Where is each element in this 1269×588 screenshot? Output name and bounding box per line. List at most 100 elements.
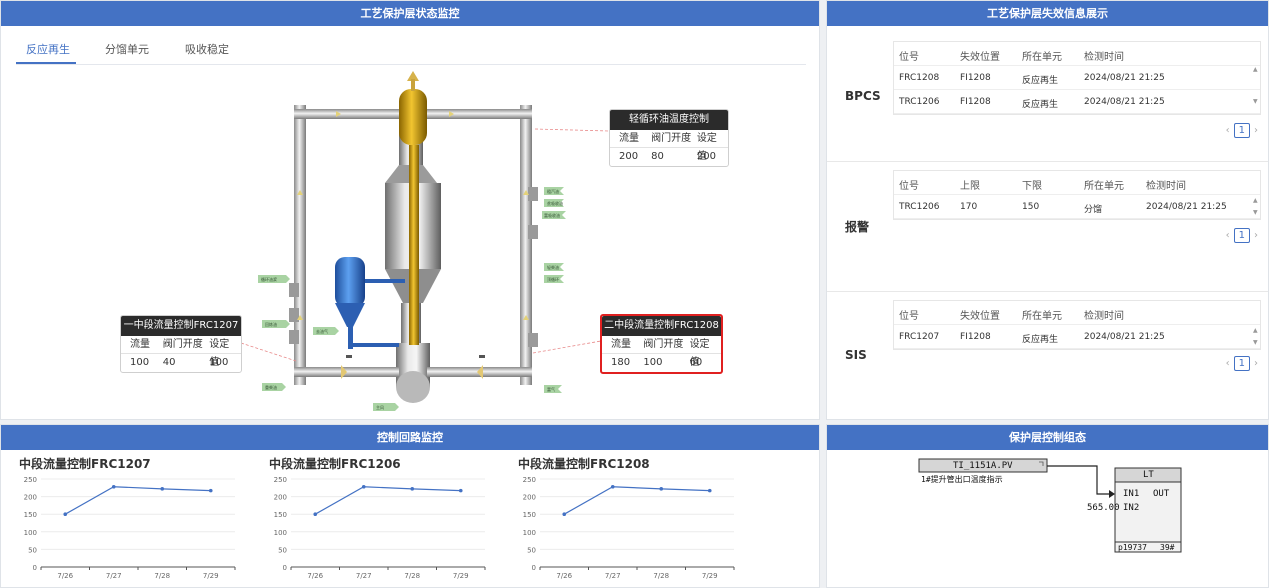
trc1206-value-row: 200 80 200	[610, 148, 728, 166]
frc1207-title: 一中段流量控制FRC1207	[121, 316, 241, 336]
alarm-table: 位号 上限 下限 所在单元 检测时间 TRC1206 170 150 分馏 20…	[893, 170, 1261, 220]
cell-unit: 反应再生	[1022, 100, 1059, 110]
next-page-icon[interactable]: ›	[1254, 230, 1258, 241]
stream-tag: 顶循环	[544, 275, 564, 283]
col-time: 检测时间	[1146, 181, 1186, 192]
cell-time: 2024/08/21 21:25	[1084, 73, 1165, 83]
y-tick-label: 0	[33, 564, 37, 572]
alarm-section: 报警 位号 上限 下限 所在单元 检测时间 TRC1206 170 150 分馏…	[827, 161, 1268, 291]
svg-text:重柴油: 重柴油	[265, 384, 277, 390]
table-row[interactable]: TRC1206 FI1208 反应再生 2024/08/21 21:25	[894, 90, 1260, 114]
stream-tag: 循环油浆	[258, 275, 290, 283]
header-valve: 阀门开度	[643, 339, 684, 350]
block-in2: IN2	[1123, 503, 1140, 513]
x-tick-label: 7/27	[605, 572, 621, 580]
cell-fail-location: FI1208	[960, 73, 991, 83]
value-flow: 100	[130, 357, 150, 368]
process-status-title: 工艺保护层状态监控	[1, 1, 819, 26]
series-line	[64, 486, 211, 515]
control-loop-panel: 控制回路监控 中段流量控制FRC1207 0 50 100 150 200 250 7/26…	[0, 424, 820, 588]
data-point	[707, 488, 712, 493]
series-line	[563, 486, 710, 515]
stream-tag: 主风	[373, 403, 399, 411]
alarm-pagination: ‹ 1 ›	[1226, 228, 1258, 243]
protection-config-panel: 保护层控制组态 TI_1151A.PV 1#提升管出口温度指示 565.00 L…	[826, 424, 1269, 588]
frc1207-header-row: 流量 阀门开度 设定值	[121, 336, 241, 368]
cell-time: 2024/08/21 21:25	[1084, 97, 1165, 107]
cell-upper-limit: 170	[960, 202, 978, 212]
table-row[interactable]: FRC1207 FI1208 反应再生 2024/08/21 21:25	[894, 325, 1260, 349]
page-number[interactable]: 1	[1233, 123, 1250, 138]
input-tag-name[interactable]: TI_1151A.PV	[953, 461, 1013, 471]
table-row[interactable]: TRC1206 170 150 分馏 2024/08/21 21:25	[894, 195, 1260, 219]
stream-tag: 回炼油	[262, 320, 290, 328]
header-setpoint: 设定值	[689, 339, 710, 368]
alarm-label: 报警	[845, 220, 870, 234]
cell-unit: 反应再生	[1022, 76, 1059, 86]
next-page-icon[interactable]: ›	[1254, 358, 1258, 369]
table-scrollbar[interactable]: ▲ ▼	[1252, 197, 1260, 219]
input-value: 565.00	[1087, 503, 1120, 513]
y-tick-label: 250	[24, 476, 37, 484]
page-number[interactable]: 1	[1233, 356, 1250, 371]
y-tick-label: 0	[532, 564, 536, 572]
x-tick-label: 7/26	[556, 572, 572, 580]
svg-text:去油气: 去油气	[316, 328, 328, 334]
cell-tag: TRC1206	[899, 97, 940, 107]
stream-tag: 粗汽油	[544, 187, 564, 195]
data-point	[111, 484, 116, 489]
cell-time: 2024/08/21 21:25	[1084, 332, 1165, 342]
y-tick-label: 0	[283, 564, 287, 572]
col-tag: 位号	[899, 311, 919, 322]
svg-text:顶循环: 顶循环	[547, 276, 559, 282]
col-unit: 所在单元	[1022, 311, 1062, 322]
chart-frc1207: 中段流量控制FRC1207 0 50 100 150 200 250 7/26 7/27 7/2…	[19, 455, 259, 585]
frc1207-box[interactable]: 一中段流量控制FRC1207 流量 阀门开度 设定值 100 40 100	[120, 315, 242, 373]
block-id: p19737	[1118, 543, 1147, 552]
y-tick-label: 100	[24, 529, 37, 537]
y-tick-label: 50	[527, 546, 536, 554]
x-tick-label: 7/27	[106, 572, 122, 580]
value-setpoint: 60	[689, 357, 703, 368]
table-row[interactable]: FRC1208 FI1208 反应再生 2024/08/21 21:25	[894, 66, 1260, 90]
frc1208-header-row: 流量 阀门开度 设定值	[602, 336, 721, 368]
svg-text:回炼油: 回炼油	[265, 321, 277, 327]
prev-page-icon[interactable]: ‹	[1226, 125, 1230, 136]
next-page-icon[interactable]: ›	[1254, 125, 1258, 136]
tab-fractionation[interactable]: 分馏单元	[105, 41, 149, 57]
col-time: 检测时间	[1084, 52, 1124, 63]
chart-frc1208: 中段流量控制FRC1208 0 50 100 150 200 250 7/26 7/27 7/2…	[518, 455, 758, 585]
value-flow: 180	[611, 357, 631, 368]
table-scrollbar[interactable]: ▲ ▼	[1252, 64, 1260, 106]
frc1208-box-alarm[interactable]: 二中段流量控制FRC1208 流量 阀门开度 设定值 180 100 60	[600, 314, 723, 374]
x-tick-label: 7/29	[453, 572, 469, 580]
svg-text:粗汽油: 粗汽油	[547, 188, 559, 194]
tab-reaction-regeneration[interactable]: 反应再生	[26, 41, 70, 57]
y-tick-label: 250	[523, 476, 536, 484]
y-tick-label: 150	[523, 511, 536, 519]
stream-tag: 轻柴油	[544, 263, 564, 271]
prev-page-icon[interactable]: ‹	[1226, 358, 1230, 369]
trc1206-box[interactable]: 轻循环油温度控制TRC1206 流量 阀门开度 设定值 200 80 200	[609, 109, 729, 167]
x-tick-label: 7/26	[57, 572, 73, 580]
x-tick-label: 7/27	[356, 572, 372, 580]
value-setpoint: 200	[696, 151, 716, 162]
col-fail-location: 失效位置	[960, 52, 1000, 63]
data-point	[361, 484, 366, 489]
data-point	[160, 487, 165, 491]
page-number[interactable]: 1	[1233, 228, 1250, 243]
value-flow: 200	[619, 151, 639, 162]
value-setpoint: 100	[209, 357, 229, 368]
data-point	[659, 487, 664, 491]
y-tick-label: 50	[28, 546, 37, 554]
stream-tag: 贫吸收油	[544, 199, 564, 207]
bpcs-pagination: ‹ 1 ›	[1226, 123, 1258, 138]
table-scrollbar[interactable]: ▲ ▼	[1252, 327, 1260, 349]
block-out: OUT	[1153, 489, 1170, 499]
cell-time: 2024/08/21 21:25	[1146, 202, 1227, 212]
prev-page-icon[interactable]: ‹	[1226, 230, 1230, 241]
data-point	[458, 488, 463, 493]
col-fail-location: 失效位置	[960, 311, 1000, 322]
tab-absorption-stabilization[interactable]: 吸收稳定	[185, 41, 229, 57]
sis-pagination: ‹ 1 ›	[1226, 356, 1258, 371]
